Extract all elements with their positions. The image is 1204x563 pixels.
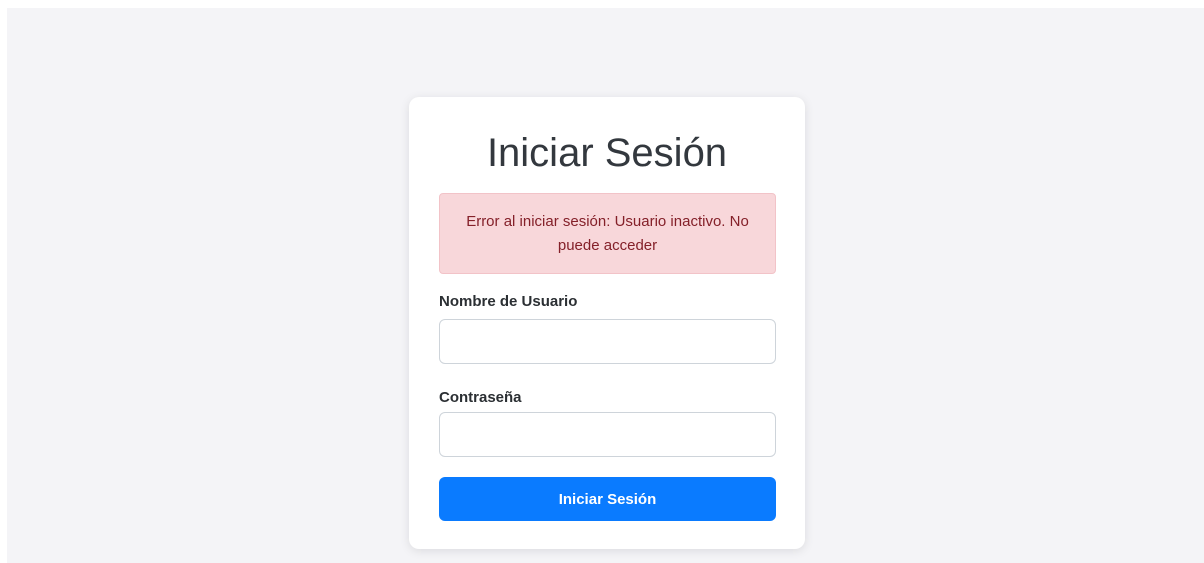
username-input[interactable]	[439, 319, 776, 364]
error-alert: Error al iniciar sesión: Usuario inactiv…	[439, 193, 776, 274]
username-label: Nombre de Usuario	[439, 293, 578, 310]
page-title: Iniciar Sesión	[486, 131, 728, 175]
password-label: Contraseña	[439, 389, 522, 406]
login-card: Iniciar Sesión Error al iniciar sesión: …	[409, 97, 805, 549]
login-button[interactable]: Iniciar Sesión	[439, 477, 776, 521]
page-background: Iniciar Sesión Error al iniciar sesión: …	[7, 8, 1204, 563]
password-input[interactable]	[439, 412, 776, 457]
